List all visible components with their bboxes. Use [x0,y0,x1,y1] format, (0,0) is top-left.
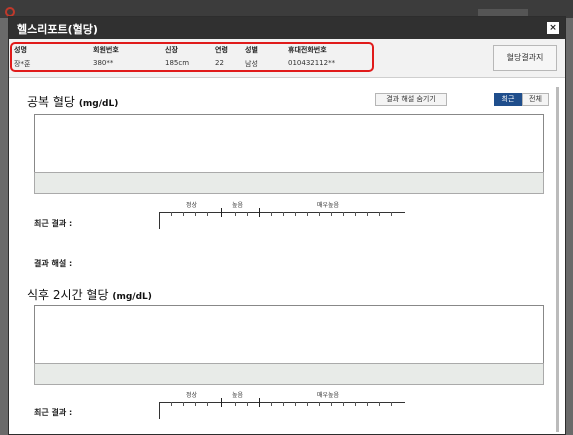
scale-label-normal: 정상 [186,202,198,209]
tab-all[interactable]: 전체 [522,93,549,106]
background-app-left [0,18,8,435]
scale-divider [221,398,222,407]
fasting-result-scale: 정상 높음 매우높음 [159,202,419,229]
scale-tick [235,212,236,216]
background-app-right [566,18,573,435]
section-title-text: 공복 혈당 [27,95,75,109]
scale-tick [307,402,308,406]
scale-tick [195,402,196,406]
scrollbar[interactable] [556,87,559,432]
info-col-gender: 성별 남성 [245,45,258,69]
scale-tick [171,212,172,216]
scale-tick [391,212,392,216]
scale-tick [183,402,184,406]
scale-tick [271,212,272,216]
scale-tick [367,212,368,216]
scale-left-marker [159,212,160,229]
scale-tick [207,212,208,216]
scale-tick [171,402,172,406]
info-value: 22 [215,59,224,67]
scale-tick [331,212,332,216]
scale-divider [259,398,260,407]
recent-result-label: 최근 결과 : [34,219,73,228]
scale-label-high: 높음 [232,392,244,399]
scale-label-very-high: 매우높음 [317,202,340,209]
scale-tick [391,402,392,406]
postprandial-result-scale: 정상 높음 매우높음 [159,392,419,419]
info-col-height: 신장 185cm [165,45,189,67]
fasting-chart-footer [34,172,544,194]
postprandial-chart-footer [34,363,544,385]
scale-tick [295,402,296,406]
scale-tick [247,402,248,406]
section-title-text: 식후 2시간 혈당 [27,288,109,302]
interpretation-label: 결과 해설 : [34,259,73,268]
scale-tick [319,402,320,406]
section-unit: (mg/dL) [112,292,152,302]
tab-recent[interactable]: 최근 [494,93,522,106]
scale-tick [343,402,344,406]
info-value: 010432112** [288,59,336,67]
info-col-member-no: 회원번호 380** [93,45,119,67]
info-value: 185cm [165,59,190,67]
scale-divider [221,208,222,217]
scale-divider [259,208,260,217]
info-value: 장*훈 [14,60,31,68]
info-header: 성명 [14,46,27,54]
postprandial-chart-area [34,305,544,363]
info-header: 회원번호 [93,46,119,54]
background-app-menu [478,9,528,16]
info-header: 성별 [245,46,258,54]
scale-tick [283,402,284,406]
recent-result-label: 최근 결과 : [34,408,73,417]
scale-tick [367,402,368,406]
scale-tick [379,402,380,406]
info-col-name: 성명 장*훈 [14,45,30,69]
scale-tick [183,212,184,216]
scale-tick [235,402,236,406]
section-unit: (mg/dL) [78,99,119,109]
scale-tick [319,212,320,216]
scale-label-normal: 정상 [186,392,198,399]
glucose-result-sheet-button[interactable]: 혈당결과지 [493,45,557,71]
info-header: 연령 [215,46,228,54]
scale-left-marker [159,402,160,419]
info-value: 380** [93,59,114,67]
scale-label-very-high: 매우높음 [317,392,340,399]
info-col-age: 연령 22 [215,45,228,67]
info-header: 신장 [165,46,178,54]
hide-interpretation-button[interactable]: 결과 해설 숨기기 [375,93,447,106]
scale-tick [355,212,356,216]
scale-tick [379,212,380,216]
info-header: 휴대전화번호 [288,46,327,54]
section-title-postprandial: 식후 2시간 혈당 (mg/dL) [27,286,152,303]
scale-tick [283,212,284,216]
scale-tick [247,212,248,216]
scale-tick [207,402,208,406]
scale-label-high: 높음 [232,202,244,209]
scale-tick [195,212,196,216]
scale-tick [331,402,332,406]
health-report-dialog: 헬스리포트(혈당) × 성명 장*훈 회원번호 380** 신장 185cm 연… [8,16,566,435]
scale-tick [307,212,308,216]
scale-tick [295,212,296,216]
fasting-chart-area [34,114,544,172]
scale-tick [271,402,272,406]
info-col-phone: 휴대전화번호 010432112** [288,45,335,67]
info-value: 남성 [245,60,258,68]
dialog-title: 헬스리포트(혈당) [17,23,98,36]
scale-tick [355,402,356,406]
scale-tick [343,212,344,216]
section-title-fasting: 공복 혈당 (mg/dL) [27,93,118,110]
dialog-titlebar: 헬스리포트(혈당) × [9,17,565,39]
close-button[interactable]: × [547,22,559,34]
